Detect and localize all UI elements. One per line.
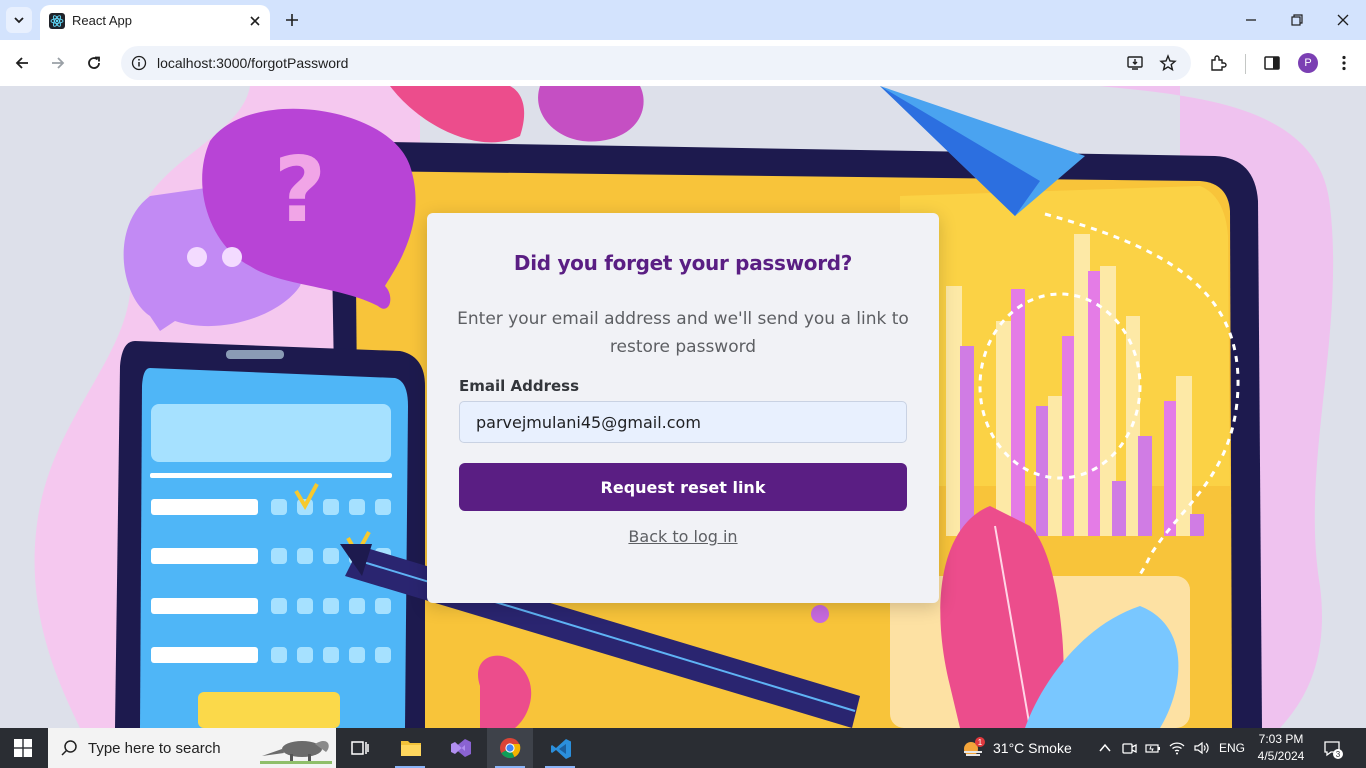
browser-tabstrip: React App xyxy=(0,0,1366,40)
tab-search-button[interactable] xyxy=(6,7,32,33)
close-icon[interactable] xyxy=(248,14,262,28)
back-to-login-link[interactable]: Back to log in xyxy=(427,527,939,546)
new-tab-plus-icon[interactable] xyxy=(283,11,301,29)
restore-icon[interactable] xyxy=(1289,12,1305,28)
folder-icon xyxy=(401,741,421,756)
email-label: Email Address xyxy=(459,377,580,395)
react-logo-icon xyxy=(49,13,65,29)
visual-studio-icon xyxy=(451,739,471,757)
site-info-icon[interactable] xyxy=(131,55,147,71)
minimize-icon[interactable] xyxy=(1243,12,1259,28)
url-text: localhost:3000/forgotPassword xyxy=(157,55,349,71)
input-language[interactable]: ENG xyxy=(1219,741,1245,755)
wifi-icon[interactable] xyxy=(1169,740,1185,756)
weather-badge: 1 xyxy=(978,738,983,747)
vscode-icon xyxy=(551,739,571,759)
install-app-icon[interactable] xyxy=(1126,54,1144,72)
browser-toolbar: localhost:3000/forgotPassword P xyxy=(0,40,1366,86)
forgot-password-card: Did you forget your password? Enter your… xyxy=(427,213,939,603)
anteater-illustration-icon xyxy=(260,741,332,764)
search-icon xyxy=(61,740,77,756)
tab-title: React App xyxy=(72,13,132,28)
email-field[interactable] xyxy=(459,401,907,443)
toolbar-separator xyxy=(1245,54,1246,74)
notification-icon[interactable]: 3 xyxy=(1323,739,1343,759)
meet-now-icon[interactable] xyxy=(1121,740,1137,756)
weather-smoke-icon[interactable]: 1 xyxy=(962,737,986,759)
windows-taskbar: Type here to search 1 31°C Smoke ENG 7:0… xyxy=(0,728,1366,768)
forward-arrow-icon[interactable] xyxy=(49,54,67,72)
taskbar-search-placeholder: Type here to search xyxy=(88,740,221,757)
chevron-up-icon[interactable] xyxy=(1097,740,1113,756)
extensions-puzzle-icon[interactable] xyxy=(1209,54,1227,72)
page-title: Did you forget your password? xyxy=(513,251,853,275)
more-menu-icon[interactable] xyxy=(1335,54,1353,72)
svg-text:?: ? xyxy=(274,138,326,243)
bookmark-star-icon[interactable] xyxy=(1159,54,1177,72)
back-arrow-icon[interactable] xyxy=(13,54,31,72)
clock-time: 7:03 PM xyxy=(1258,732,1304,746)
window-close-icon[interactable] xyxy=(1335,12,1351,28)
taskbar-search-box[interactable]: Type here to search xyxy=(48,728,336,768)
taskbar-visual-studio[interactable] xyxy=(437,728,483,768)
battery-icon[interactable] xyxy=(1145,740,1161,756)
address-bar[interactable]: localhost:3000/forgotPassword xyxy=(121,46,1191,80)
task-view-icon xyxy=(351,741,369,755)
profile-avatar[interactable]: P xyxy=(1298,53,1318,73)
notification-count: 3 xyxy=(1336,750,1341,759)
volume-icon[interactable] xyxy=(1193,740,1209,756)
browser-tab[interactable]: React App xyxy=(40,5,270,40)
chrome-icon xyxy=(500,738,521,759)
taskbar-file-explorer[interactable] xyxy=(387,728,433,768)
side-panel-icon[interactable] xyxy=(1263,54,1281,72)
page-subtitle: Enter your email address and we'll send … xyxy=(457,309,909,357)
task-view-button[interactable] xyxy=(337,728,383,768)
weather-text[interactable]: 31°C Smoke xyxy=(993,740,1072,756)
system-clock[interactable]: 7:03 PM 4/5/2024 xyxy=(1252,731,1310,765)
page-viewport: ? Did you forget your password? Enter yo… xyxy=(0,86,1366,728)
reload-icon[interactable] xyxy=(85,54,103,72)
request-reset-link-button[interactable]: Request reset link xyxy=(459,463,907,511)
chevron-down-icon xyxy=(14,17,24,24)
taskbar-vscode[interactable] xyxy=(537,728,583,768)
windows-start-icon[interactable] xyxy=(14,739,32,757)
taskbar-chrome[interactable] xyxy=(487,728,533,768)
clock-date: 4/5/2024 xyxy=(1257,749,1305,763)
